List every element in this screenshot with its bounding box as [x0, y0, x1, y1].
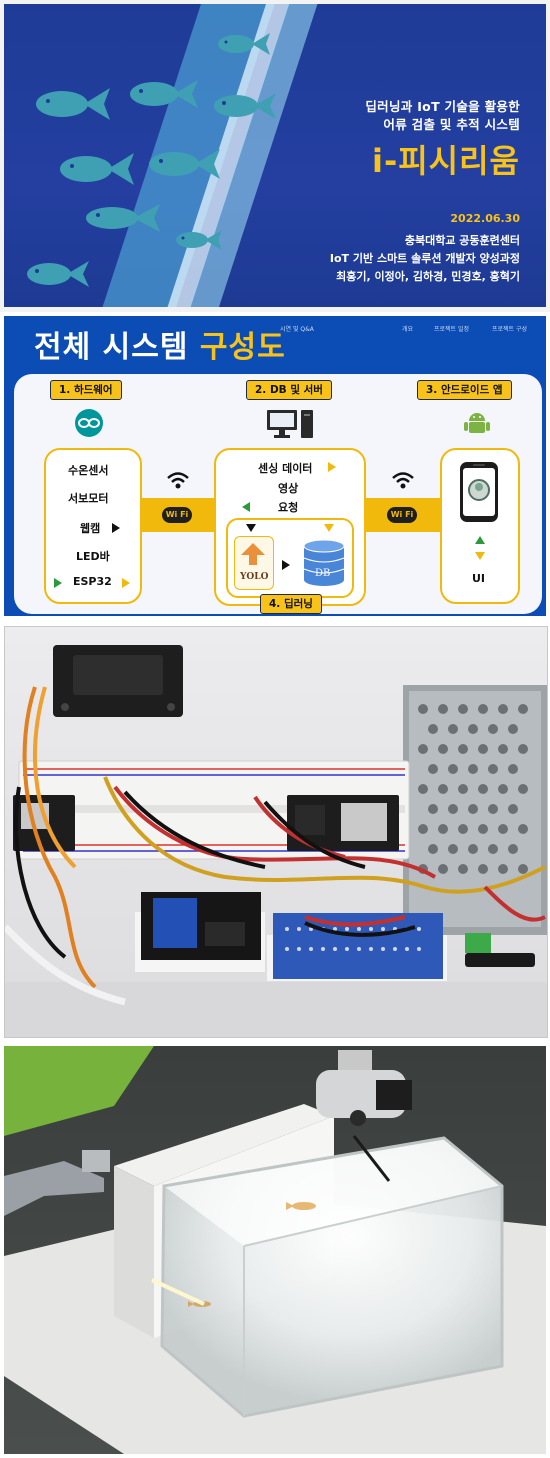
fish-icon [176, 230, 222, 250]
fish-icon [130, 80, 198, 108]
servo-motor [53, 645, 183, 717]
hardware-item: ESP32 [73, 575, 112, 588]
server-box: 센싱 데이터 영상 요청 YOLO DB [214, 448, 366, 606]
hardware-item: 수온센서 [68, 464, 109, 477]
subtitle-line-1: 딥러닝과 IoT 기술을 활용한 [365, 99, 520, 114]
section-label-android: 3. 안드로이드 앱 [417, 380, 512, 400]
title-slide: 딥러닝과 IoT 기술을 활용한 어류 검출 및 추적 시스템 i-피시리움 2… [0, 0, 550, 312]
fish-icon [214, 93, 276, 119]
course-name: IoT 기반 스마트 솔루션 개발자 양성과정 [329, 252, 520, 265]
diagram-card: 1. 하드웨어 2. DB 및 서버 3. 안드로이드 앱 Wi Fi Wi F… [14, 374, 542, 614]
hardware-photo [0, 620, 550, 1040]
computer-icon [267, 410, 313, 438]
architecture-slide-background: 시연 및 Q&A 개요 프로젝트 일정 프로젝트 구성 전체 시스템 구성도 1… [4, 316, 546, 616]
section-label-hardware: 1. 하드웨어 [50, 380, 122, 400]
nav-item: 프로젝트 일정 [434, 326, 470, 333]
hardware-item: 서보모터 [68, 492, 109, 505]
arrow-right [328, 462, 336, 472]
authors: 최홍기, 이정아, 김하경, 민경호, 홍혁기 [336, 270, 520, 283]
relay-module [135, 892, 265, 972]
fish-icon [36, 88, 110, 120]
arrow-right [54, 578, 62, 588]
fish-tank-illustration [4, 1046, 546, 1454]
fish-icon [86, 204, 160, 232]
presentation-date: 2022.06.30 [450, 212, 520, 225]
database-icon: DB [303, 539, 345, 586]
architecture-slide: 시연 및 Q&A 개요 프로젝트 일정 프로젝트 구성 전체 시스템 구성도 1… [0, 312, 550, 620]
smartphone-icon [460, 462, 498, 522]
yolo-icon: YOLO [239, 543, 269, 582]
fish-icon [27, 261, 89, 287]
hardware-box: 수온센서 서보모터 웹캠 LED바 ESP32 [44, 448, 142, 604]
fish-tank-photo-frame [4, 1046, 546, 1454]
power-supply [403, 685, 547, 935]
terminal-block [465, 933, 491, 953]
server-item: 영상 [278, 482, 299, 495]
yolo-label: YOLO [239, 572, 269, 582]
section-label-deep-learning: 4. 딥러닝 [260, 594, 322, 614]
hardware-photo-frame [4, 626, 548, 1038]
fish-icon [218, 33, 270, 55]
arrow-down [475, 552, 485, 560]
hardware-item: LED바 [76, 550, 110, 563]
arrow-up [475, 536, 485, 544]
arrow-right [122, 578, 130, 588]
app-box: UI [440, 448, 520, 604]
arrow-right [282, 560, 290, 570]
wifi-badge: Wi Fi [387, 507, 417, 523]
deep-learning-box: YOLO DB [226, 518, 354, 598]
sensor-module [465, 953, 535, 967]
wifi-icon [167, 472, 189, 489]
section-label-db-server: 2. DB 및 서버 [246, 380, 332, 400]
organization: 충북대학교 공동훈련센터 [404, 234, 520, 247]
fish-icon [60, 153, 134, 185]
slide-title-main: 전체 시스템 [34, 330, 200, 365]
slide-title-highlight: 구성도 [199, 330, 286, 365]
android-icon [464, 413, 490, 433]
nav-item: 프로젝트 구성 [492, 326, 528, 333]
hinge [82, 1150, 110, 1172]
arrow-down [324, 524, 334, 532]
esp32-board [13, 795, 75, 851]
database-label: DB [315, 568, 330, 579]
yolo-frame: YOLO [234, 536, 274, 590]
fish-tank-photo [0, 1040, 550, 1458]
fish-tank [160, 1136, 504, 1418]
server-item: 요청 [278, 501, 299, 514]
arrow-left [242, 502, 250, 512]
title-slide-background: 딥러닝과 IoT 기술을 활용한 어류 검출 및 추적 시스템 i-피시리움 2… [4, 4, 546, 307]
arrow-down [246, 524, 256, 532]
slide-title: 전체 시스템 구성도 [34, 322, 286, 366]
wifi-badge: Wi Fi [162, 507, 192, 523]
arrow-right [112, 523, 120, 533]
hardware-item: 웹캠 [80, 522, 101, 535]
wifi-icon [392, 472, 414, 489]
subtitle-line-2: 어류 검출 및 추적 시스템 [383, 117, 520, 132]
server-item: 센싱 데이터 [258, 462, 313, 475]
fish-icon [149, 149, 220, 179]
app-ui-label: UI [472, 572, 486, 585]
project-title: i-피시리움 [371, 142, 520, 180]
hardware-photo-illustration [5, 645, 547, 1037]
arduino-icon [75, 409, 103, 437]
nav-item: 개요 [402, 326, 414, 333]
